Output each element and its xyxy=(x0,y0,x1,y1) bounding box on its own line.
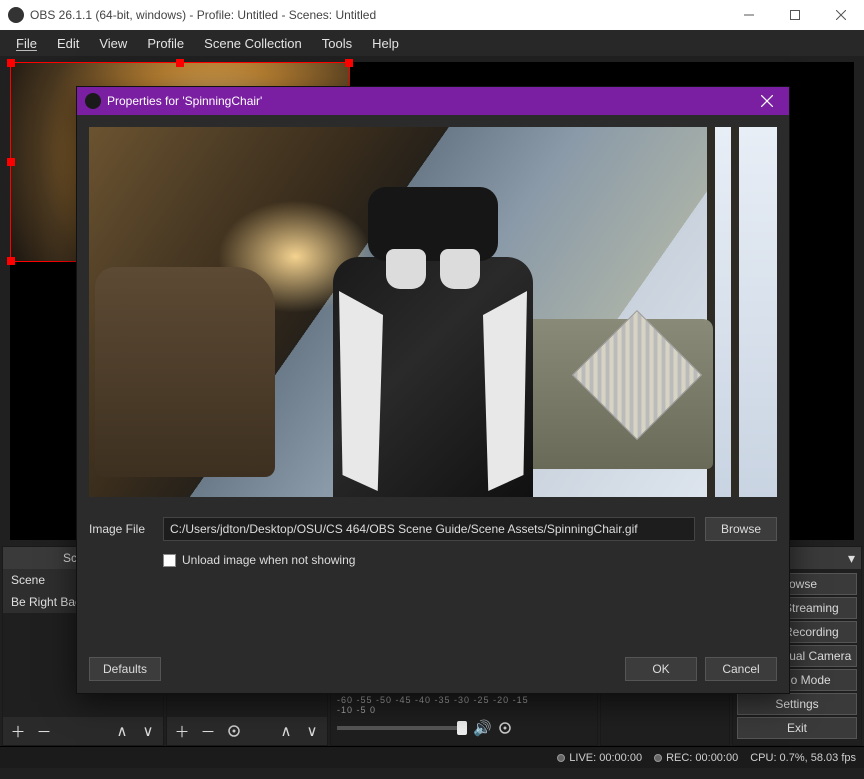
cancel-button[interactable]: Cancel xyxy=(705,657,777,681)
window-title: OBS 26.1.1 (64-bit, windows) - Profile: … xyxy=(30,8,726,22)
properties-dialog: Properties for 'SpinningChair' Image Fil… xyxy=(76,86,790,694)
menubar: File Edit View Profile Scene Collection … xyxy=(0,30,864,56)
close-icon xyxy=(761,95,773,107)
rec-indicator-icon xyxy=(654,754,662,762)
add-source-button[interactable]: ＋ xyxy=(171,720,193,742)
gear-icon xyxy=(498,721,512,735)
image-file-input[interactable] xyxy=(163,517,695,541)
volume-slider[interactable] xyxy=(337,726,467,730)
image-file-label: Image File xyxy=(89,522,153,536)
resize-handle-nw[interactable] xyxy=(7,59,15,67)
source-preview xyxy=(89,127,777,497)
live-indicator-icon xyxy=(557,754,565,762)
add-scene-button[interactable]: ＋ xyxy=(7,720,29,742)
sources-toolbar: ＋ － ∧ ∨ xyxy=(167,717,327,745)
move-scene-up-button[interactable]: ∧ xyxy=(111,720,133,742)
remove-source-button[interactable]: － xyxy=(197,720,219,742)
menu-view[interactable]: View xyxy=(89,32,137,55)
window-maximize-button[interactable] xyxy=(772,0,818,30)
menu-file[interactable]: File xyxy=(6,32,47,55)
window-close-button[interactable] xyxy=(818,0,864,30)
status-rec: REC: 00:00:00 xyxy=(666,752,738,764)
unload-checkbox[interactable] xyxy=(163,554,176,567)
resize-handle-n[interactable] xyxy=(176,59,184,67)
ok-button[interactable]: OK xyxy=(625,657,697,681)
preview-window-pane xyxy=(707,127,777,497)
menu-scene-collection[interactable]: Scene Collection xyxy=(194,32,312,55)
resize-handle-sw[interactable] xyxy=(7,257,15,265)
unload-checkbox-label: Unload image when not showing xyxy=(182,553,355,567)
preview-recliner xyxy=(95,267,275,477)
window-minimize-button[interactable] xyxy=(726,0,772,30)
dock-dropdown-icon[interactable]: ▾ xyxy=(848,550,855,567)
statusbar: LIVE: 00:00:00 REC: 00:00:00 CPU: 0.7%, … xyxy=(0,746,864,768)
image-file-browse-button[interactable]: Browse xyxy=(705,517,777,541)
move-source-up-button[interactable]: ∧ xyxy=(275,720,297,742)
gear-icon xyxy=(227,724,241,738)
window-titlebar: OBS 26.1.1 (64-bit, windows) - Profile: … xyxy=(0,0,864,30)
menu-tools[interactable]: Tools xyxy=(312,32,362,55)
move-source-down-button[interactable]: ∨ xyxy=(301,720,323,742)
move-scene-down-button[interactable]: ∨ xyxy=(137,720,159,742)
source-properties-button[interactable] xyxy=(223,720,245,742)
resize-handle-ne[interactable] xyxy=(345,59,353,67)
scenes-toolbar: ＋ － ∧ ∨ xyxy=(3,717,163,745)
obs-logo-icon xyxy=(85,93,101,109)
dialog-titlebar[interactable]: Properties for 'SpinningChair' xyxy=(77,87,789,115)
menu-profile[interactable]: Profile xyxy=(137,32,194,55)
close-icon xyxy=(836,10,846,20)
preview-chair xyxy=(313,187,553,497)
menu-help[interactable]: Help xyxy=(362,32,409,55)
audio-settings-button[interactable] xyxy=(498,721,512,735)
status-cpu: CPU: 0.7%, 58.03 fps xyxy=(750,752,856,764)
dialog-close-button[interactable] xyxy=(753,87,781,115)
exit-button[interactable]: Exit xyxy=(737,717,857,739)
remove-scene-button[interactable]: － xyxy=(33,720,55,742)
minimize-icon xyxy=(744,10,754,20)
menu-edit[interactable]: Edit xyxy=(47,32,89,55)
settings-button[interactable]: Settings xyxy=(737,693,857,715)
volume-thumb[interactable] xyxy=(457,721,467,735)
speaker-icon[interactable]: 🔊 xyxy=(473,719,492,737)
audio-scale: -60 -55 -50 -45 -40 -35 -30 -25 -20 -15 … xyxy=(337,695,537,715)
dialog-title: Properties for 'SpinningChair' xyxy=(107,94,262,108)
maximize-icon xyxy=(790,10,800,20)
obs-logo-icon xyxy=(8,7,24,23)
defaults-button[interactable]: Defaults xyxy=(89,657,161,681)
resize-handle-w[interactable] xyxy=(7,158,15,166)
status-live: LIVE: 00:00:00 xyxy=(569,752,642,764)
